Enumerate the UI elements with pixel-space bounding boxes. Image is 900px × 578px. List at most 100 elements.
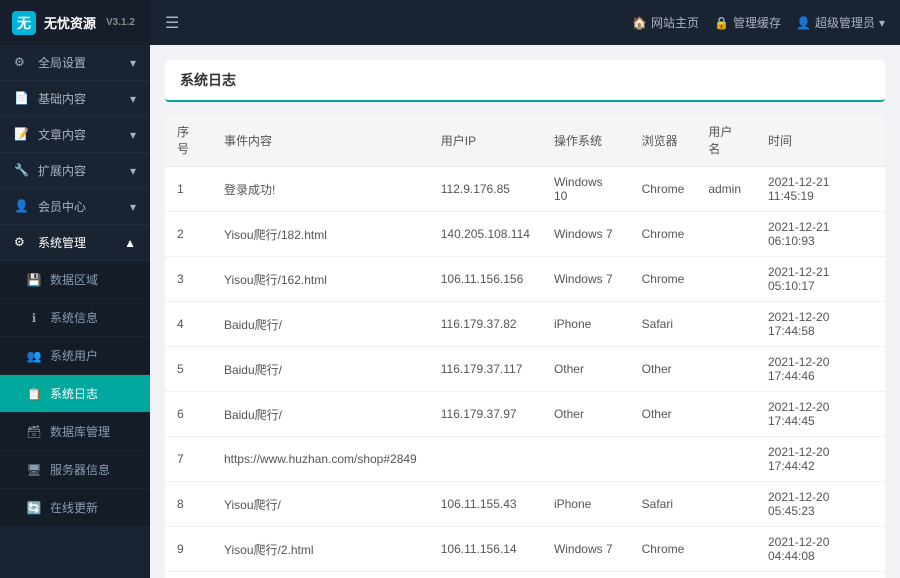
cell-event: https://www.huzhan.com/shop#2849 (212, 437, 429, 482)
cell-user (696, 527, 756, 572)
cell-time: 2021-12-21 11:45:19 (756, 167, 885, 212)
cell-event: Baidu爬行/ (212, 302, 429, 347)
cell-ip: 66.249.71.210 (429, 572, 542, 578)
lock-icon: 🔒 (714, 16, 729, 30)
sidebar-item-system-log[interactable]: 📋 系统日志 (0, 375, 150, 413)
table-row: 1登录成功!112.9.176.85Windows 10Chromeadmin2… (165, 167, 885, 212)
table-row: 2Yisou爬行/182.html140.205.108.114Windows … (165, 212, 885, 257)
settings-icon: ⚙ (14, 55, 30, 71)
sidebar-label: 系统管理 (38, 234, 86, 251)
sidebar-label: 扩展内容 (38, 162, 86, 179)
logo-icon: 无 (12, 11, 36, 35)
sidebar-item-system-user[interactable]: 👥 系统用户 (0, 337, 150, 375)
website-link-label: 网站主页 (651, 14, 699, 31)
chevron-down-icon: ▾ (879, 16, 885, 30)
sidebar-item-data-area[interactable]: 💾 数据区域 (0, 261, 150, 299)
cell-browser: Chrome (630, 257, 697, 302)
cell-user (696, 392, 756, 437)
cell-ip: 116.179.37.82 (429, 302, 542, 347)
system-submenu: 💾 数据区域 ℹ 系统信息 👥 系统用户 📋 系统日志 🗃 数据库管理 🖥 (0, 261, 150, 527)
cell-time: 2021-12-20 17:44:46 (756, 347, 885, 392)
cell-os (542, 437, 630, 482)
text-content-icon: 📝 (14, 127, 30, 143)
table-row: 4Baidu爬行/116.179.37.82iPhoneSafari2021-1… (165, 302, 885, 347)
table-row: 10Google爬行/xingyeqiye/66.249.71.210Andro… (165, 572, 885, 578)
col-ip: 用户IP (429, 114, 542, 167)
extend-icon: 🔧 (14, 163, 30, 179)
cell-time: 2021-12-20 17:44:45 (756, 392, 885, 437)
app-version: V3.1.2 (106, 17, 135, 28)
cell-browser: Chrome (630, 212, 697, 257)
cell-ip: 140.205.108.114 (429, 212, 542, 257)
table-row: 6Baidu爬行/116.179.37.97OtherOther2021-12-… (165, 392, 885, 437)
cell-time: 2021-12-20 05:45:23 (756, 482, 885, 527)
cell-user (696, 302, 756, 347)
col-id: 序号 (165, 114, 212, 167)
cell-browser: Other (630, 347, 697, 392)
log-table-container: 序号 事件内容 用户IP 操作系统 浏览器 用户名 时间 1登录成功!112.9… (165, 114, 885, 578)
cell-user (696, 212, 756, 257)
cell-user: admin (696, 167, 756, 212)
table-header-row: 序号 事件内容 用户IP 操作系统 浏览器 用户名 时间 (165, 114, 885, 167)
sidebar-item-member-center[interactable]: 👤 会员中心 ▾ (0, 189, 150, 225)
cell-id: 4 (165, 302, 212, 347)
cell-event: Yisou爬行/ (212, 482, 429, 527)
cell-ip (429, 437, 542, 482)
cell-os: Other (542, 347, 630, 392)
menu-toggle[interactable]: ☰ (165, 13, 179, 33)
website-link[interactable]: 🏠 网站主页 (632, 14, 699, 31)
system-user-icon: 👥 (26, 348, 42, 364)
cell-os: Windows 7 (542, 257, 630, 302)
col-os: 操作系统 (542, 114, 630, 167)
member-icon: 👤 (14, 199, 30, 215)
cell-ip: 106.11.156.156 (429, 257, 542, 302)
cell-time: 2021-12-20 17:44:42 (756, 437, 885, 482)
cell-user (696, 437, 756, 482)
sidebar-label: 文章内容 (38, 126, 86, 143)
cell-browser: Safari (630, 482, 697, 527)
user-menu[interactable]: 👤 超级管理员 ▾ (796, 14, 885, 31)
col-browser: 浏览器 (630, 114, 697, 167)
cell-event: Yisou爬行/2.html (212, 527, 429, 572)
sidebar-item-text-content[interactable]: 📝 文章内容 ▾ (0, 117, 150, 153)
cell-ip: 106.11.155.43 (429, 482, 542, 527)
cell-ip: 116.179.37.97 (429, 392, 542, 437)
cell-event: Baidu爬行/ (212, 347, 429, 392)
table-row: 9Yisou爬行/2.html106.11.156.14Windows 7Chr… (165, 527, 885, 572)
cell-user (696, 572, 756, 578)
cell-browser: Chrome (630, 572, 697, 578)
sidebar-item-system-info[interactable]: ℹ 系统信息 (0, 299, 150, 337)
app-name: 无忧资源 (44, 13, 96, 32)
cell-browser: Chrome (630, 527, 697, 572)
sidebar-item-server-info[interactable]: 🖥 服务器信息 (0, 451, 150, 489)
manage-link-label: 管理缓存 (733, 14, 781, 31)
sidebar-item-db-manage[interactable]: 🗃 数据库管理 (0, 413, 150, 451)
sidebar-item-system-manage[interactable]: ⚙ 系统管理 ▲ (0, 225, 150, 261)
cell-time: 2021-12-21 05:10:17 (756, 257, 885, 302)
manage-cache-link[interactable]: 🔒 管理缓存 (714, 14, 781, 31)
cell-event: 登录成功! (212, 167, 429, 212)
cell-event: Yisou爬行/162.html (212, 257, 429, 302)
cell-os: iPhone (542, 302, 630, 347)
cell-os: Windows 7 (542, 212, 630, 257)
sidebar-item-extend-content[interactable]: 🔧 扩展内容 ▾ (0, 153, 150, 189)
topbar-right: 🏠 网站主页 🔒 管理缓存 👤 超级管理员 ▾ (632, 14, 885, 31)
col-time: 时间 (756, 114, 885, 167)
system-icon: ⚙ (14, 235, 30, 251)
topbar: ☰ 🏠 网站主页 🔒 管理缓存 👤 超级管理员 ▾ (150, 0, 900, 45)
cell-event: Google爬行/xingyeqiye/ (212, 572, 429, 578)
sidebar-item-base-content[interactable]: 📄 基础内容 ▾ (0, 81, 150, 117)
cell-id: 9 (165, 527, 212, 572)
cell-event: Yisou爬行/182.html (212, 212, 429, 257)
home-icon: 🏠 (632, 16, 647, 30)
cell-id: 3 (165, 257, 212, 302)
table-row: 3Yisou爬行/162.html106.11.156.156Windows 7… (165, 257, 885, 302)
cell-ip: 112.9.176.85 (429, 167, 542, 212)
cell-os: Windows 7 (542, 527, 630, 572)
sidebar-item-online-update[interactable]: 🔄 在线更新 (0, 489, 150, 527)
cell-ip: 116.179.37.117 (429, 347, 542, 392)
cell-ip: 106.11.156.14 (429, 527, 542, 572)
sidebar-menu: ⚙ 全局设置 ▾ 📄 基础内容 ▾ 📝 文章内容 ▾ 🔧 扩展内容 ▾ 👤 会员… (0, 45, 150, 578)
sidebar-item-all-settings[interactable]: ⚙ 全局设置 ▾ (0, 45, 150, 81)
cell-id: 7 (165, 437, 212, 482)
